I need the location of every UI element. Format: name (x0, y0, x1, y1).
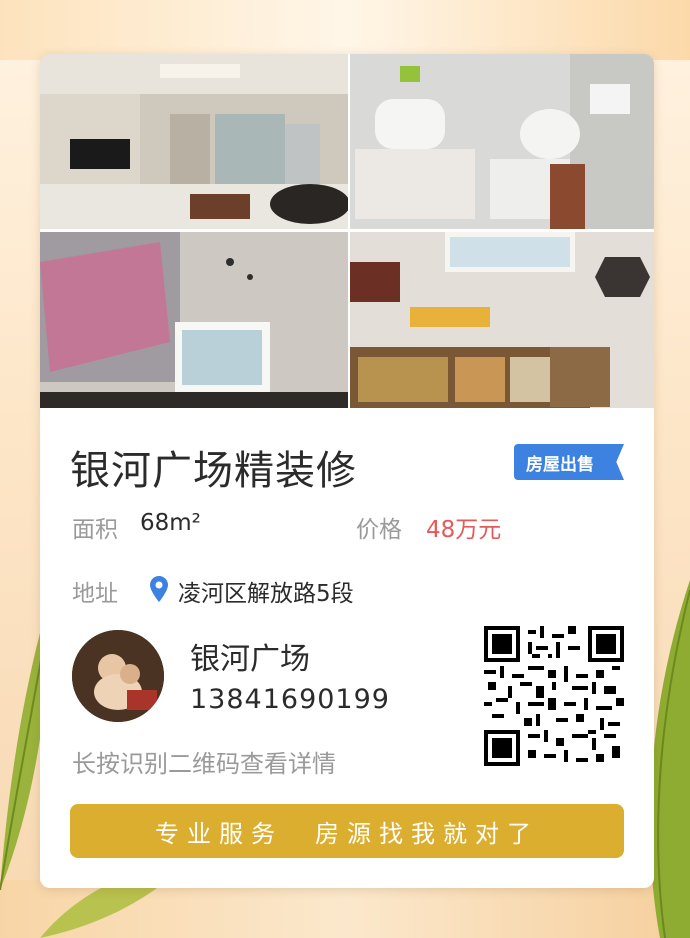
photo-living-room[interactable] (40, 54, 348, 229)
price-label: 价格 (356, 517, 402, 543)
area-value: 68m² (140, 510, 201, 536)
contact-name: 银河广场 (190, 642, 310, 677)
photo-bathroom[interactable] (350, 54, 654, 229)
slogan-banner: 专业服务 房源找我就对了 (70, 804, 624, 858)
for-sale-badge: 房屋出售 (514, 444, 624, 480)
address-label: 地址 (72, 581, 118, 607)
contact-phone[interactable]: 13841690199 (190, 684, 390, 715)
photo-bedroom[interactable] (40, 232, 348, 408)
avatar (72, 630, 164, 722)
listing-title: 银河广场精装修 (70, 448, 357, 494)
location-pin-icon (150, 576, 168, 602)
listing-card: 银河广场精装修 房屋出售 面积 68m² 价格 48万元 地址 凌河区解放路5段… (40, 54, 654, 888)
qr-code-icon[interactable] (484, 626, 624, 766)
photo-study-room[interactable] (350, 232, 654, 408)
bg-decor-top (0, 0, 690, 60)
area-label: 面积 (72, 517, 118, 543)
price-value: 48万元 (426, 517, 502, 543)
qr-hint-text: 长按识别二维码查看详情 (72, 750, 336, 778)
address-value: 凌河区解放路5段 (178, 581, 354, 607)
